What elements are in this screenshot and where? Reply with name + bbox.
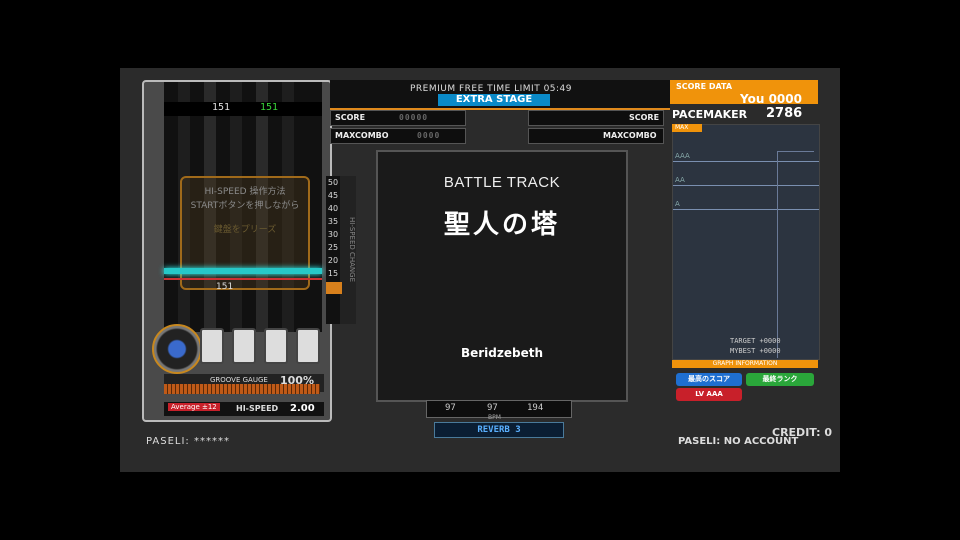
song-artist: Beridzebeth	[460, 346, 544, 360]
hispeed-number-column: 50 45 40 35 30 25 20 15 10	[326, 176, 340, 324]
judge-red-line	[164, 278, 322, 280]
bpm-min: 97	[445, 403, 456, 413]
hispeed-marker	[326, 282, 342, 294]
target-line: TARGET +0000	[730, 337, 781, 345]
score-data-label: SCORE DATA	[676, 82, 733, 91]
level-button[interactable]: LV AAA	[676, 388, 742, 401]
hispeed-value: 2.00	[290, 403, 315, 414]
key-button[interactable]	[296, 328, 320, 364]
hispeed-number: 25	[327, 243, 339, 252]
lane-bottom-bpm: 151	[216, 282, 234, 292]
best-score-button[interactable]: 最高のスコア	[676, 373, 742, 386]
lane-bpm-left: 151	[212, 102, 231, 113]
grade-label-aa: AA	[675, 176, 685, 184]
turntable-icon[interactable]	[152, 324, 202, 374]
grade-tab: MAX	[672, 124, 702, 132]
bpm-now: 97	[487, 403, 498, 413]
p1-score-box: SCORE 00000	[330, 110, 466, 126]
you-score-value: 0000	[768, 92, 802, 106]
effect-label: REVERB 3	[434, 422, 564, 438]
grade-label-a: A	[675, 200, 680, 208]
song-title: 聖人の塔	[443, 210, 560, 240]
paseli-right: PASELI: NO ACCOUNT	[678, 436, 799, 447]
paseli-left: PASELI: ******	[146, 436, 230, 447]
lane-bpm-right: 151	[260, 102, 279, 113]
groove-gauge-label: GROOVE GAUGE	[210, 376, 268, 384]
hispeed-number: 30	[327, 230, 339, 239]
p1-maxcombo-box: MAXCOMBO 0000	[330, 128, 466, 144]
option-badge: Average ±12	[168, 403, 220, 411]
pacemaker-value: 2786	[766, 106, 803, 121]
stage-label: EXTRA STAGE	[438, 94, 550, 106]
hispeed-help-line1: STARTボタンを押しながら	[190, 201, 300, 211]
p2-maxcombo-box: MAXCOMBO	[528, 128, 664, 144]
target-text: TARGET +0000 MYBEST +0000	[730, 336, 781, 356]
groove-gauge-bar	[164, 384, 320, 394]
hispeed-help-line2: 鍵盤をプリーズ	[213, 225, 277, 235]
game-screen: 151 151 HI-SPEED 操作方法 STARTボタンを押しながら 鍵盤を…	[120, 68, 840, 472]
you-label: You	[740, 92, 765, 106]
song-card: BATTLE TRACK 聖人の塔 Beridzebeth	[376, 150, 628, 402]
bpm-label: BPM	[488, 414, 501, 421]
premium-free-label: PREMIUM FREE TIME LIMIT 05:49	[410, 84, 573, 94]
hispeed-label: HI-SPEED	[236, 404, 279, 413]
p1-score-digits: 00000	[399, 113, 429, 122]
lane-bpm-row: 151 151	[164, 102, 322, 116]
judge-line	[164, 268, 322, 274]
battle-track-label: BATTLE TRACK	[443, 174, 561, 191]
last-rank-button[interactable]: 最終ランク	[746, 373, 814, 386]
hispeed-number: 45	[327, 191, 339, 200]
grade-label-aaa: AAA	[675, 152, 690, 160]
p2-score-box: SCORE	[528, 110, 664, 126]
key-button[interactable]	[264, 328, 288, 364]
hispeed-help-title: HI-SPEED 操作方法	[204, 187, 286, 197]
p1-maxcombo-digits: 0000	[417, 131, 441, 140]
hispeed-number: 35	[327, 217, 339, 226]
hispeed-number: 15	[327, 269, 339, 278]
hispeed-number: 50	[327, 178, 339, 187]
hispeed-number: 20	[327, 256, 339, 265]
graph-target-column	[777, 151, 814, 358]
p2-score-label: SCORE	[629, 113, 660, 122]
grade-tab-label: MAX	[675, 124, 689, 131]
score-graph: AAA AA A	[672, 124, 820, 360]
pacemaker-label: PACEMAKER	[672, 108, 748, 121]
key-button[interactable]	[200, 328, 224, 364]
hispeed-row: Average ±12 HI-SPEED 2.00	[164, 402, 324, 416]
mybest-line: MYBEST +0000	[730, 347, 781, 355]
hispeed-number: 40	[327, 204, 339, 213]
graph-information-bar: GRAPH INFORMATION	[672, 360, 818, 368]
key-button[interactable]	[232, 328, 256, 364]
you-score: You 0000	[740, 92, 802, 106]
p1-score-label: SCORE	[335, 113, 366, 122]
p1-maxcombo-label: MAXCOMBO	[335, 131, 389, 140]
hispeed-change-label: HI-SPEED CHANGE	[340, 176, 356, 324]
p2-maxcombo-label: MAXCOMBO	[603, 131, 657, 140]
bpm-max: 194	[527, 403, 544, 413]
key-row	[196, 328, 326, 364]
